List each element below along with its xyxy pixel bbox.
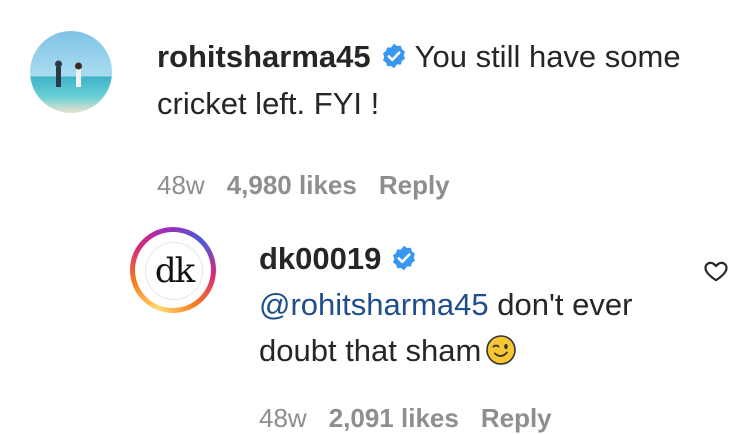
comment-meta: 48w 2,091 likes Reply: [259, 403, 574, 434]
comment-body: rohitsharma45 You still have some cricke…: [157, 33, 717, 127]
avatar-inner: dk: [135, 232, 211, 308]
comment-time[interactable]: 48w: [157, 170, 205, 200]
mention-link[interactable]: @rohitsharma45: [259, 287, 489, 322]
comment-text-row: @rohitsharma45 don't ever doubt that sha…: [259, 282, 689, 374]
likes-count[interactable]: 2,091 likes: [329, 403, 459, 433]
reply-button[interactable]: Reply: [481, 403, 552, 433]
likes-count[interactable]: 4,980 likes: [227, 170, 357, 200]
reply-button[interactable]: Reply: [379, 170, 450, 200]
avatar[interactable]: dk: [130, 227, 216, 313]
heart-outline-icon[interactable]: [703, 258, 729, 284]
winking-face-icon: [486, 335, 517, 365]
reply-comment: dk dk00019 @rohitsharma45 don't ever dou…: [0, 215, 755, 434]
comment-time[interactable]: 48w: [259, 403, 307, 433]
beach-photo-avatar: [30, 31, 112, 113]
username-row: dk00019: [259, 236, 689, 282]
comment-meta: 48w 4,980 likes Reply: [157, 170, 472, 201]
comment-body: dk00019 @rohitsharma45 don't ever doubt …: [259, 236, 689, 374]
dk-logo: dk: [145, 242, 203, 300]
verified-badge-icon: [382, 43, 405, 69]
username[interactable]: rohitsharma45: [157, 39, 371, 74]
avatar[interactable]: [30, 31, 112, 113]
username[interactable]: dk00019: [259, 241, 381, 276]
comment: rohitsharma45 You still have some cricke…: [0, 0, 755, 215]
verified-badge-icon: [393, 245, 416, 271]
